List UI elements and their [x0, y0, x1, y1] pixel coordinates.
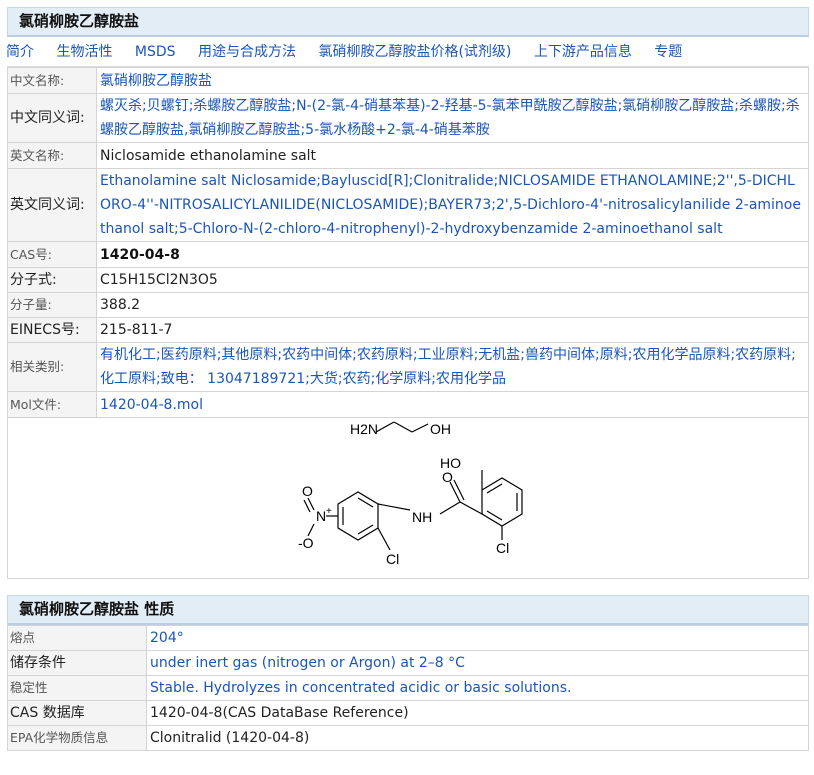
stability-value[interactable]: Stable. Hydrolyzes in concentrated acidi…: [146, 675, 809, 701]
basic-info-table: 中文名称: 氯硝柳胺乙醇胺盐 中文同义词: 螺灭杀;贝螺钉;杀螺胺乙醇胺盐;N-…: [7, 67, 809, 579]
en-name-label: 英文名称:: [7, 142, 97, 169]
nitro-chloro-ring: [337, 491, 379, 541]
label-nitro-n: N: [316, 508, 326, 524]
bond: [377, 503, 411, 511]
bond: [377, 527, 391, 551]
melting-value[interactable]: 204°: [146, 625, 809, 651]
nav-price[interactable]: 氯硝柳胺乙醇胺盐价格(试剂级): [318, 44, 511, 60]
einecs-value: 215-811-7: [96, 317, 809, 343]
properties-title: 氯硝柳胺乙醇胺盐 性质: [7, 595, 809, 625]
label-cl-bottom: Cl: [386, 551, 399, 567]
row-structure: H2N OH HO O NH Cl Cl N + O -O: [7, 417, 809, 579]
bond: [375, 421, 395, 433]
cn-name-value[interactable]: 氯硝柳胺乙醇胺盐: [96, 67, 809, 94]
row-cn-name: 中文名称: 氯硝柳胺乙醇胺盐: [7, 67, 809, 94]
cas-db-label: CAS 数据库: [7, 700, 147, 726]
bond: [439, 501, 461, 515]
properties-table: 熔点 204° 储存条件 under inert gas (nitrogen o…: [7, 625, 809, 751]
mw-value: 388.2: [96, 292, 809, 318]
nav-bioactivity[interactable]: 生物活性: [56, 44, 112, 60]
row-cn-synonyms: 中文同义词: 螺灭杀;贝螺钉;杀螺胺乙醇胺盐;N-(2-氯-4-硝基苯基)-2-…: [7, 93, 809, 143]
mol-label: Mol文件:: [7, 391, 97, 418]
cn-synonyms-value[interactable]: 螺灭杀;贝螺钉;杀螺胺乙醇胺盐;N-(2-氯-4-硝基苯基)-2-羟基-5-氯苯…: [96, 93, 809, 143]
prop-row-melting: 熔点 204°: [7, 625, 809, 651]
category-value[interactable]: 有机化工;医药原料;其他原料;农药中间体;农药原料;工业原料;无机盐;兽药中间体…: [96, 342, 809, 392]
en-synonyms-value[interactable]: Ethanolamine salt Niclosamide;Bayluscid[…: [96, 168, 809, 242]
row-en-synonyms: 英文同义词: Ethanolamine salt Niclosamide;Bay…: [7, 168, 809, 242]
en-name-value: Niclosamide ethanolamine salt: [96, 142, 809, 169]
prop-row-cas-db: CAS 数据库 1420-04-8(CAS DataBase Reference…: [7, 700, 809, 726]
cas-db-value: 1420-04-8(CAS DataBase Reference): [146, 700, 809, 726]
label-nitro-o-minus: -O: [298, 535, 314, 551]
en-synonyms-label: 英文同义词:: [7, 168, 97, 242]
nav-usage-synthesis[interactable]: 用途与合成方法: [198, 44, 296, 60]
cas-value: 1420-04-8: [96, 241, 809, 268]
label-cl-right: Cl: [496, 540, 509, 556]
prop-row-storage: 储存条件 under inert gas (nitrogen or Argon)…: [7, 650, 809, 676]
storage-value[interactable]: under inert gas (nitrogen or Argon) at 2…: [146, 650, 809, 676]
structure-diagram: H2N OH HO O NH Cl Cl N + O -O: [298, 421, 523, 567]
hydroxy-chloro-ring: [481, 477, 523, 527]
page-title: 氯硝柳胺乙醇胺盐: [7, 7, 809, 37]
structure-cell: H2N OH HO O NH Cl Cl N + O -O: [7, 417, 809, 579]
epa-label: EPA化学物质信息: [7, 725, 147, 751]
bond: [303, 499, 311, 513]
cn-synonyms-label: 中文同义词:: [7, 93, 97, 143]
label-oh-top: OH: [430, 421, 451, 437]
bond: [459, 501, 483, 515]
mol-value[interactable]: 1420-04-8.mol: [96, 391, 809, 418]
nav-related-products[interactable]: 上下游产品信息: [534, 44, 632, 60]
section-nav: 简介 生物活性 MSDS 用途与合成方法 氯硝柳胺乙醇胺盐价格(试剂级) 上下游…: [6, 37, 809, 67]
bond: [411, 423, 429, 433]
bond: [307, 497, 315, 511]
row-category: 相关类别: 有机化工;医药原料;其他原料;农药中间体;农药原料;工业原料;无机盐…: [7, 342, 809, 392]
bond: [449, 481, 461, 503]
nav-msds[interactable]: MSDS: [135, 44, 176, 60]
row-mw: 分子量: 388.2: [7, 292, 809, 318]
formula-label: 分子式:: [7, 267, 97, 293]
bond: [453, 479, 465, 501]
cn-name-label: 中文名称:: [7, 67, 97, 94]
nav-topics[interactable]: 专题: [654, 44, 682, 60]
row-formula: 分子式: C15H15Cl2N3O5: [7, 267, 809, 293]
row-cas: CAS号: 1420-04-8: [7, 241, 809, 268]
label-o: O: [442, 469, 453, 485]
page: 氯硝柳胺乙醇胺盐 简介 生物活性 MSDS 用途与合成方法 氯硝柳胺乙醇胺盐价格…: [6, 7, 809, 751]
label-nitro-o-top: O: [302, 483, 313, 499]
nav-intro[interactable]: 简介: [6, 44, 34, 60]
label-h2n: H2N: [350, 421, 378, 437]
mw-label: 分子量:: [7, 292, 97, 318]
label-nh: NH: [412, 509, 432, 525]
label-nitro-plus: +: [326, 506, 332, 517]
prop-row-epa: EPA化学物质信息 Clonitralid (1420-04-8): [7, 725, 809, 751]
row-en-name: 英文名称: Niclosamide ethanolamine salt: [7, 142, 809, 169]
einecs-label: EINECS号:: [7, 317, 97, 343]
row-mol: Mol文件: 1420-04-8.mol: [7, 391, 809, 418]
melting-label: 熔点: [7, 625, 147, 651]
prop-row-stability: 稳定性 Stable. Hydrolyzes in concentrated a…: [7, 675, 809, 701]
bond: [393, 421, 413, 433]
stability-label: 稳定性: [7, 675, 147, 701]
storage-label: 储存条件: [7, 650, 147, 676]
formula-value: C15H15Cl2N3O5: [96, 267, 809, 293]
row-einecs: EINECS号: 215-811-7: [7, 317, 809, 343]
category-label: 相关类别:: [7, 342, 97, 392]
cas-label: CAS号:: [7, 241, 97, 268]
epa-value: Clonitralid (1420-04-8): [146, 725, 809, 751]
